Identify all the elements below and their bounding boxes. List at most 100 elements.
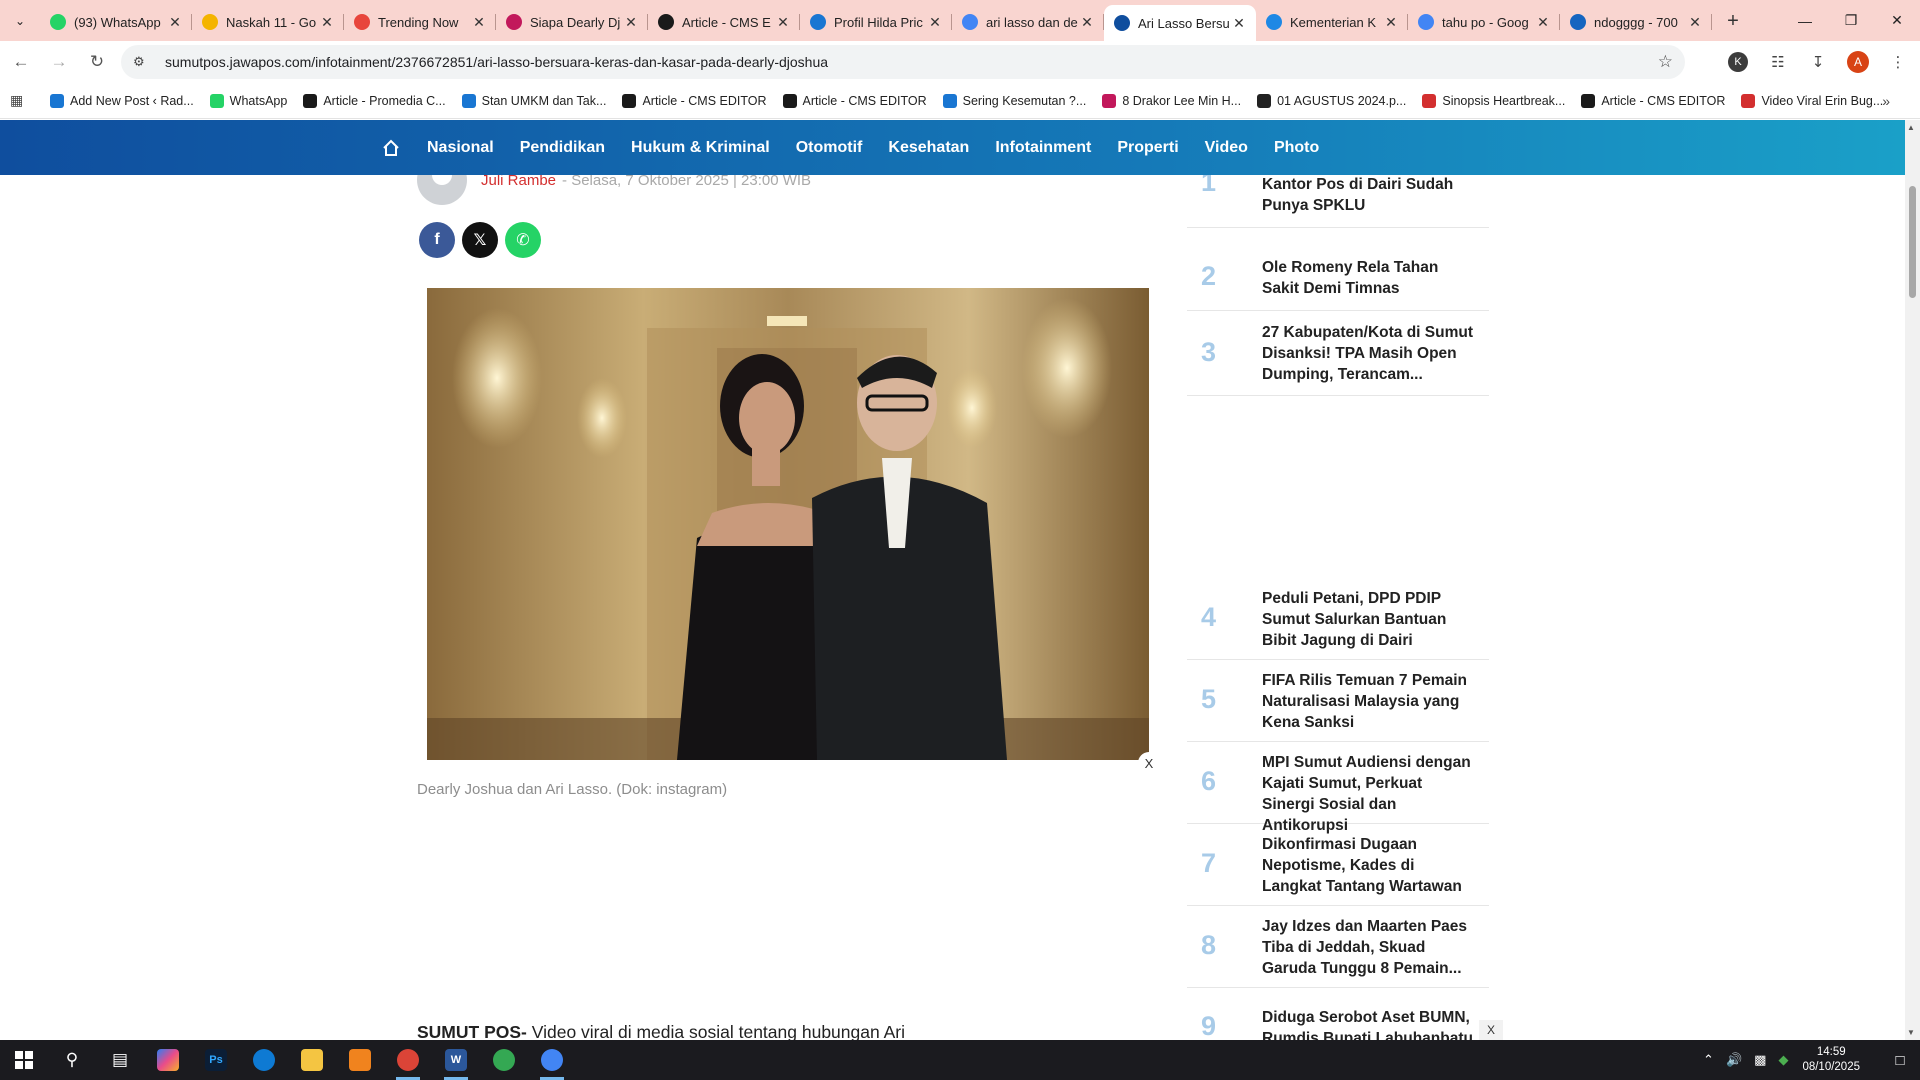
word-icon[interactable]: W: [432, 1040, 480, 1080]
bookmark-item[interactable]: Article - CMS EDITOR: [782, 93, 927, 108]
profile-k-button[interactable]: K: [1724, 48, 1752, 76]
tab-close-icon[interactable]: ✕: [318, 14, 336, 31]
bookmark-item[interactable]: Video Viral Erin Bug...: [1741, 93, 1883, 108]
nav-link[interactable]: Infotainment: [995, 139, 1091, 157]
minimize-icon[interactable]: —: [1782, 0, 1828, 41]
browser-tab[interactable]: Naskah 11 - Go ✕: [192, 5, 344, 39]
nav-link[interactable]: Nasional: [427, 139, 494, 157]
sidebar-ad-close-button[interactable]: X: [1479, 1020, 1503, 1040]
tray-overflow-icon[interactable]: ⌃: [1703, 1052, 1714, 1068]
tab-close-icon[interactable]: ✕: [622, 14, 640, 31]
scroll-down-icon[interactable]: ▼: [1907, 1028, 1915, 1037]
bookmark-star-icon[interactable]: ☆: [1658, 52, 1673, 72]
tab-close-icon[interactable]: ✕: [470, 14, 488, 31]
nav-link[interactable]: Otomotif: [796, 139, 863, 157]
browser-tab[interactable]: Article - CMS E ✕: [648, 5, 800, 39]
popular-title[interactable]: 27 Kabupaten/Kota di Sumut Disanksi! TPA…: [1262, 322, 1477, 385]
scrollbar-thumb[interactable]: [1909, 186, 1916, 298]
popular-title[interactable]: Peduli Petani, DPD PDIP Sumut Salurkan B…: [1262, 588, 1477, 651]
popular-title[interactable]: Diduga Serobot Aset BUMN, Rumdis Bupati …: [1262, 1007, 1477, 1040]
tab-close-icon[interactable]: ✕: [1382, 14, 1400, 31]
bookmark-item[interactable]: Sinopsis Heartbreak...: [1422, 93, 1565, 108]
nav-link[interactable]: Properti: [1117, 139, 1178, 157]
page-scrollbar[interactable]: ▲ ▼: [1905, 120, 1920, 1040]
copilot-icon[interactable]: [144, 1040, 192, 1080]
profile-a-button[interactable]: A: [1844, 48, 1872, 76]
photo-close-button[interactable]: X: [1138, 752, 1160, 774]
whatsapp-share-icon[interactable]: ✆: [505, 222, 541, 258]
back-icon[interactable]: ←: [4, 45, 38, 79]
volume-icon[interactable]: 🔊: [1726, 1052, 1742, 1068]
clock[interactable]: 14:59 08/10/2025: [1802, 1045, 1860, 1075]
bookmark-item[interactable]: Sering Kesemutan ?...: [942, 93, 1086, 108]
bookmark-item[interactable]: 01 AGUSTUS 2024.p...: [1257, 93, 1406, 108]
reload-icon[interactable]: ↻: [80, 45, 114, 79]
tab-close-icon[interactable]: ✕: [1078, 14, 1096, 31]
search-icon[interactable]: ⚲: [48, 1040, 96, 1080]
bookmark-item[interactable]: Stan UMKM dan Tak...: [461, 93, 606, 108]
close-window-icon[interactable]: ✕: [1874, 0, 1920, 41]
restore-icon[interactable]: ❐: [1828, 0, 1874, 41]
popular-item[interactable]: 4 Peduli Petani, DPD PDIP Sumut Salurkan …: [1187, 578, 1489, 660]
browser-tab[interactable]: Trending Now ✕: [344, 5, 496, 39]
tab-close-icon[interactable]: ✕: [926, 14, 944, 31]
new-tab-button[interactable]: +: [1718, 6, 1748, 36]
chrome-icon[interactable]: [480, 1040, 528, 1080]
site-info-icon[interactable]: ⚙: [133, 54, 153, 70]
popular-item[interactable]: 7 Dikonfirmasi Dugaan Nepotisme, Kades di…: [1187, 824, 1489, 906]
nav-link[interactable]: Kesehatan: [888, 139, 969, 157]
tab-close-icon[interactable]: ✕: [1230, 15, 1248, 32]
nav-link[interactable]: Hukum & Kriminal: [631, 139, 770, 157]
menu-dots-icon[interactable]: ⋮: [1884, 48, 1912, 76]
browser-tab[interactable]: Siapa Dearly Dj ✕: [496, 5, 648, 39]
nav-link[interactable]: Pendidikan: [520, 139, 605, 157]
url-text[interactable]: sumutpos.jawapos.com/infotainment/237667…: [165, 54, 828, 70]
scroll-up-icon[interactable]: ▲: [1907, 123, 1915, 132]
tab-close-icon[interactable]: ✕: [1534, 14, 1552, 31]
home-icon[interactable]: [381, 138, 401, 158]
tab-search-chevron-icon[interactable]: ⌄: [6, 7, 34, 35]
edge-icon[interactable]: [240, 1040, 288, 1080]
tab-close-icon[interactable]: ✕: [1686, 14, 1704, 31]
bookmark-item[interactable]: Article - CMS EDITOR: [1581, 93, 1725, 108]
browser-tab[interactable]: ari lasso dan de ✕: [952, 5, 1104, 39]
forward-icon[interactable]: →: [42, 45, 76, 79]
popular-item[interactable]: 3 27 Kabupaten/Kota di Sumut Disanksi! TP…: [1187, 311, 1489, 396]
popular-item[interactable]: 9 Diduga Serobot Aset BUMN, Rumdis Bupati…: [1187, 988, 1489, 1040]
popular-item[interactable]: 5 FIFA Rilis Temuan 7 Pemain Naturalisasi…: [1187, 660, 1489, 742]
popular-title[interactable]: MPI Sumut Audiensi dengan Kajati Sumut, …: [1262, 752, 1477, 836]
nav-link[interactable]: Photo: [1274, 139, 1319, 157]
browser-tab[interactable]: Profil Hilda Pric ✕: [800, 5, 952, 39]
popular-item[interactable]: 6 MPI Sumut Audiensi dengan Kajati Sumut,…: [1187, 742, 1489, 834]
extensions-icon[interactable]: ☷: [1764, 48, 1792, 76]
popular-item[interactable]: 8 Jay Idzes dan Maarten Paes Tiba di Jedd…: [1187, 906, 1489, 988]
chrome-profile-icon[interactable]: [384, 1040, 432, 1080]
tab-close-icon[interactable]: ✕: [166, 14, 184, 31]
download-icon[interactable]: ↧: [1804, 48, 1832, 76]
bookmark-item[interactable]: Article - Promedia C...: [303, 93, 446, 108]
network-icon[interactable]: ▩: [1754, 1052, 1766, 1068]
bookmark-item[interactable]: Add New Post ‹ Rad...: [50, 93, 194, 108]
security-icon[interactable]: ◆: [1778, 1052, 1788, 1068]
apps-grid-icon[interactable]: ▦: [10, 92, 32, 109]
popular-item[interactable]: 2 Ole Romeny Rela Tahan Sakit Demi Timnas: [1187, 244, 1489, 311]
task-view-icon[interactable]: ▤: [96, 1040, 144, 1080]
popular-title[interactable]: FIFA Rilis Temuan 7 Pemain Naturalisasi …: [1262, 670, 1477, 733]
browser-tab[interactable]: Kementerian K ✕: [1256, 5, 1408, 39]
notification-icon[interactable]: □: [1880, 1040, 1920, 1080]
popular-title[interactable]: Jay Idzes dan Maarten Paes Tiba di Jedda…: [1262, 916, 1477, 979]
popular-title[interactable]: Ole Romeny Rela Tahan Sakit Demi Timnas: [1262, 257, 1477, 299]
app-orange-icon[interactable]: [336, 1040, 384, 1080]
popular-title[interactable]: Dikonfirmasi Dugaan Nepotisme, Kades di …: [1262, 834, 1477, 897]
start-icon[interactable]: [0, 1040, 48, 1080]
chrome-active-icon[interactable]: [528, 1040, 576, 1080]
x-share-icon[interactable]: 𝕏: [462, 222, 498, 258]
bookmark-item[interactable]: 8 Drakor Lee Min H...: [1102, 93, 1241, 108]
nav-link[interactable]: Video: [1205, 139, 1248, 157]
bookmark-item[interactable]: Article - CMS EDITOR: [622, 93, 767, 108]
browser-tab[interactable]: tahu po - Goog ✕: [1408, 5, 1560, 39]
file-explorer-icon[interactable]: [288, 1040, 336, 1080]
tab-close-icon[interactable]: ✕: [774, 14, 792, 31]
facebook-share-icon[interactable]: f: [419, 222, 455, 258]
address-bar[interactable]: ⚙ sumutpos.jawapos.com/infotainment/2376…: [121, 45, 1685, 79]
